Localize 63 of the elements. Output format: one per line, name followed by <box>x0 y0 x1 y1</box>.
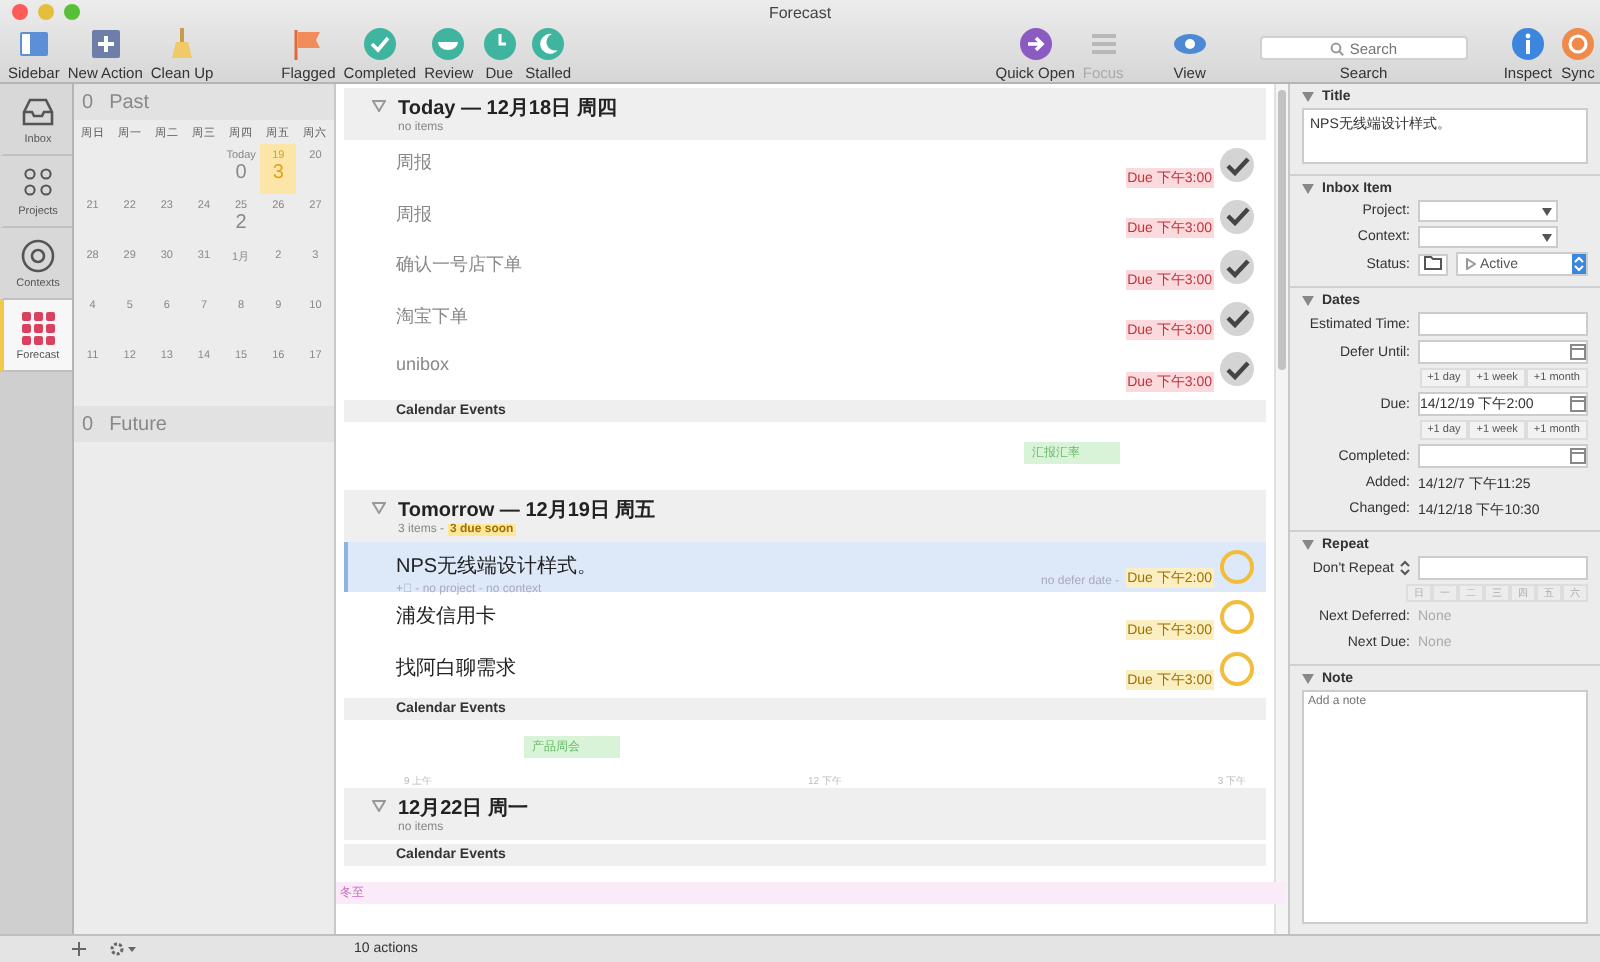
action-title: unibox <box>396 354 452 374</box>
play-icon <box>1466 258 1476 270</box>
disclosure-triangle-icon[interactable] <box>1302 674 1314 684</box>
defer-date-field[interactable] <box>1418 340 1588 364</box>
check-icon <box>361 26 398 62</box>
disclosure-triangle-icon[interactable] <box>372 501 386 513</box>
calendar-icon[interactable] <box>1570 396 1586 412</box>
folder-button[interactable] <box>1418 253 1448 275</box>
checkmark-icon[interactable] <box>1220 250 1254 285</box>
search-icon <box>1329 41 1344 55</box>
checkmark-icon[interactable] <box>1220 352 1254 387</box>
settings-icon[interactable] <box>110 942 136 956</box>
past-label[interactable]: Past <box>109 91 150 113</box>
status-circle-icon[interactable] <box>1220 651 1254 686</box>
at-sign-icon <box>20 237 56 273</box>
checkmark-icon[interactable] <box>1220 199 1254 234</box>
stepper-icon <box>1574 256 1584 272</box>
sync-icon <box>1560 26 1596 62</box>
disclosure-triangle-icon[interactable] <box>1302 184 1314 194</box>
disclosure-triangle-icon[interactable] <box>372 100 386 112</box>
action-title: 淘宝下单 <box>396 303 470 329</box>
add-icon[interactable] <box>72 942 86 956</box>
repeat-field[interactable] <box>1418 556 1588 580</box>
tray-icon <box>20 93 56 129</box>
checkmark-icon[interactable] <box>1220 148 1254 183</box>
new-icon <box>87 26 124 62</box>
grid-icon <box>20 309 56 345</box>
action-title: NPS无线端设计样式。 <box>396 553 600 579</box>
cup-icon <box>430 26 467 62</box>
zoom-button[interactable] <box>64 4 80 20</box>
stepper-icon <box>1400 560 1410 576</box>
calendar-icon[interactable] <box>1570 344 1586 360</box>
folder-icon <box>1424 255 1442 269</box>
estimated-time-field[interactable] <box>1418 312 1588 336</box>
status-circle-icon[interactable] <box>1220 600 1254 635</box>
future-count: 0 <box>82 413 94 435</box>
action-title: 确认一号店下单 <box>396 252 524 278</box>
dropdown-arrow-icon <box>1542 233 1552 241</box>
section-title: Today — 12月18日 周四 <box>398 96 617 121</box>
action-title: 找阿白聊需求 <box>396 655 518 681</box>
info-icon <box>1509 26 1546 62</box>
checkmark-icon[interactable] <box>1220 301 1254 336</box>
disclosure-triangle-icon[interactable] <box>1302 92 1314 102</box>
circles-icon <box>20 165 56 201</box>
action-title: 周报 <box>396 150 434 176</box>
window-title: Forecast <box>766 3 834 21</box>
moon-icon <box>530 26 567 62</box>
disclosure-triangle-icon[interactable] <box>372 800 386 812</box>
action-title: 浦发信用卡 <box>396 603 498 630</box>
past-count: 0 <box>82 91 94 113</box>
clock-icon <box>481 26 518 62</box>
section-title: Tomorrow — 12月19日 周五 <box>398 497 656 523</box>
sidebar-icon <box>15 26 52 62</box>
section-title: 12月22日 周一 <box>398 796 529 821</box>
calendar-icon[interactable] <box>1570 448 1586 464</box>
future-label[interactable]: Future <box>109 413 167 435</box>
disclosure-triangle-icon[interactable] <box>1302 540 1314 550</box>
project-dropdown[interactable] <box>1418 200 1558 222</box>
completed-date-field[interactable] <box>1418 444 1588 468</box>
close-button[interactable] <box>12 4 28 20</box>
action-title: 周报 <box>396 201 434 227</box>
dropdown-arrow-icon <box>1542 207 1552 215</box>
disclosure-triangle-icon[interactable] <box>1302 296 1314 306</box>
